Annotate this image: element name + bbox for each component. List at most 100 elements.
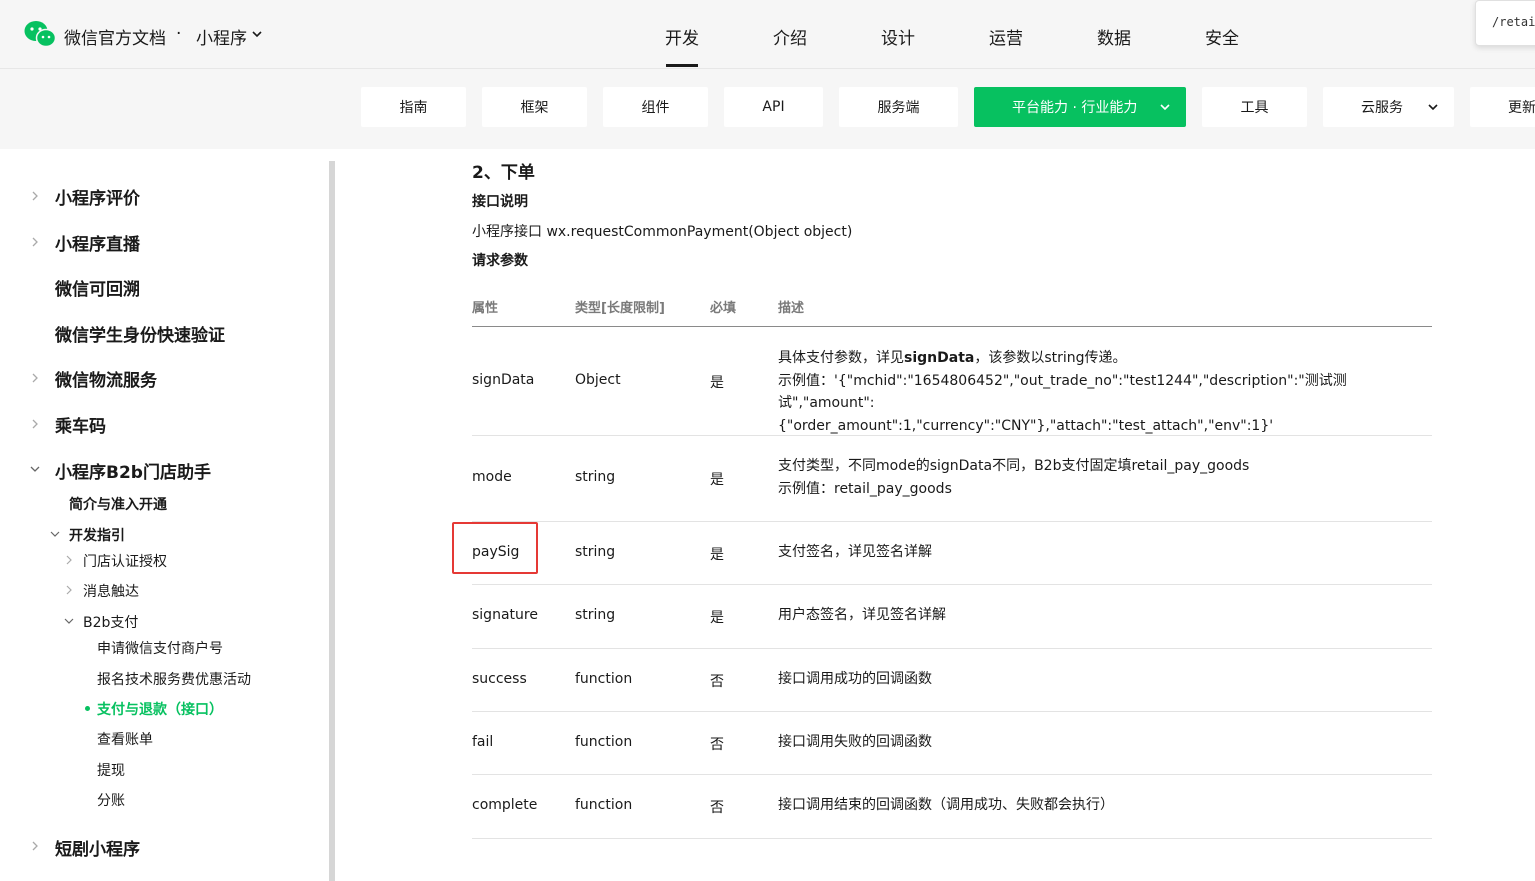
- subnav-platform-label: 平台能力 · 行业能力: [1012, 100, 1138, 116]
- row-divider: [472, 648, 1432, 649]
- chevron-right-icon[interactable]: [29, 190, 41, 202]
- sidebar-item-bills[interactable]: 查看账单: [97, 729, 153, 749]
- chevron-right-icon[interactable]: [29, 840, 41, 852]
- main-nav: 开发 介绍 设计 运营 数据 安全: [0, 0, 1535, 68]
- param-desc: 用户态签名，详见签名详解: [778, 607, 946, 623]
- param-name: signature: [472, 607, 538, 623]
- param-desc: 接口调用结束的回调函数（调用成功、失败都会执行）: [778, 797, 1114, 813]
- subnav-tools[interactable]: 工具: [1202, 87, 1307, 127]
- desc-text: 支付类型，不同mode的signData不同，B2b支付固定填retail_pa…: [778, 458, 1250, 474]
- subnav-components[interactable]: 组件: [603, 87, 708, 127]
- chevron-down-icon[interactable]: [64, 616, 74, 626]
- chevron-right-icon[interactable]: [64, 585, 74, 595]
- subnav-guide[interactable]: 指南: [361, 87, 466, 127]
- table-header-desc: 描述: [778, 301, 805, 316]
- sidebar-item-intro[interactable]: 简介与准入开通: [69, 494, 167, 514]
- row-divider: [472, 838, 1432, 839]
- active-nav-indicator: [666, 64, 698, 67]
- row-divider: [472, 774, 1432, 775]
- signdata-link[interactable]: signData: [904, 350, 974, 366]
- chevron-down-icon[interactable]: [50, 529, 60, 539]
- sidebar-item-profit-share[interactable]: 分账: [97, 790, 125, 810]
- param-name: fail: [472, 734, 494, 750]
- interface-label: 接口说明: [472, 194, 528, 210]
- sidebar-item-store-auth[interactable]: 门店认证授权: [83, 551, 167, 571]
- param-required: 是: [710, 375, 724, 391]
- sidebar-item-messages[interactable]: 消息触达: [83, 581, 139, 601]
- sidebar-item-evaluation[interactable]: 小程序评价: [55, 184, 140, 209]
- url-popup[interactable]: /retail/B: [1475, 0, 1535, 46]
- param-type: function: [575, 671, 633, 687]
- sidebar-item-pay-refund[interactable]: 支付与退款（接口）: [97, 699, 223, 719]
- param-name: mode: [472, 469, 512, 485]
- param-name: success: [472, 671, 527, 687]
- chevron-right-icon[interactable]: [64, 555, 74, 565]
- sidebar-item-student-verify[interactable]: 微信学生身份快速验证: [55, 321, 225, 346]
- row-divider: [472, 521, 1432, 522]
- sidebar-item-bus-code[interactable]: 乘车码: [55, 412, 106, 437]
- sidebar-scrollbar[interactable]: [329, 161, 335, 881]
- param-required: 否: [710, 674, 724, 690]
- chevron-right-icon[interactable]: [29, 372, 41, 384]
- sidebar-item-live[interactable]: 小程序直播: [55, 230, 140, 255]
- param-type: function: [575, 797, 633, 813]
- param-type: string: [575, 469, 616, 485]
- param-desc: 支付签名，详见签名详解: [778, 544, 932, 560]
- sidebar-item-b2b-pay[interactable]: B2b支付: [83, 612, 138, 632]
- nav-operation[interactable]: 运营: [989, 24, 1023, 49]
- highlight-annotation-box: [452, 522, 538, 574]
- params-label: 请求参数: [472, 253, 528, 269]
- chevron-down-icon: [1428, 104, 1438, 111]
- param-required: 是: [710, 547, 724, 563]
- sidebar-item-b2b-assistant[interactable]: 小程序B2b门店助手: [55, 458, 211, 483]
- subnav-server[interactable]: 服务端: [839, 87, 958, 127]
- nav-data[interactable]: 数据: [1097, 24, 1131, 49]
- param-required: 否: [710, 737, 724, 753]
- sidebar-item-traceback[interactable]: 微信可回溯: [55, 275, 140, 300]
- sidebar: [0, 149, 336, 881]
- sidebar-item-fee-promo[interactable]: 报名技术服务费优惠活动: [97, 669, 251, 689]
- api-signature: 小程序接口 wx.requestCommonPayment(Object obj…: [472, 224, 853, 240]
- sidebar-item-dev-guide[interactable]: 开发指引: [69, 525, 125, 545]
- chevron-down-icon[interactable]: [29, 463, 41, 475]
- sidebar-item-short-drama[interactable]: 短剧小程序: [55, 835, 140, 860]
- table-header-type: 类型[长度限制]: [575, 301, 665, 316]
- active-item-dot: [85, 706, 90, 711]
- param-name: signData: [472, 372, 535, 388]
- nav-intro[interactable]: 介绍: [773, 24, 807, 49]
- param-desc: 支付类型，不同mode的signData不同，B2b支付固定填retail_pa…: [778, 455, 1418, 500]
- param-required: 是: [710, 472, 724, 488]
- top-header: 微信官方文档 · 小程序 开发 介绍 设计 运营 数据 安全 /retail/B: [0, 0, 1535, 69]
- sub-nav: 指南 框架 组件 API 服务端 平台能力 · 行业能力 工具 云服务 更新: [0, 69, 1535, 149]
- nav-dev[interactable]: 开发: [665, 24, 699, 49]
- row-divider: [472, 584, 1432, 585]
- param-required: 否: [710, 800, 724, 816]
- nav-design[interactable]: 设计: [881, 24, 915, 49]
- sidebar-item-apply-merchant[interactable]: 申请微信支付商户号: [97, 638, 223, 658]
- param-type: function: [575, 734, 633, 750]
- param-type: string: [575, 607, 616, 623]
- nav-security[interactable]: 安全: [1205, 24, 1239, 49]
- row-divider: [472, 435, 1432, 436]
- subnav-cloud[interactable]: 云服务: [1323, 87, 1454, 127]
- subnav-api[interactable]: API: [724, 87, 823, 127]
- subnav-cloud-label: 云服务: [1361, 100, 1403, 116]
- param-name: complete: [472, 797, 538, 813]
- subnav-platform-industry[interactable]: 平台能力 · 行业能力: [974, 87, 1186, 127]
- param-type: string: [575, 544, 616, 560]
- subnav-updates[interactable]: 更新: [1470, 87, 1535, 127]
- subnav-framework[interactable]: 框架: [482, 87, 587, 127]
- param-required: 是: [710, 610, 724, 626]
- desc-text: 具体支付参数，详见: [778, 350, 904, 366]
- param-desc: 具体支付参数，详见signData，该参数以string传递。 示例值：'{"m…: [778, 347, 1418, 437]
- desc-example: 示例值：retail_pay_goods: [778, 480, 952, 497]
- chevron-right-icon[interactable]: [29, 236, 41, 248]
- chevron-right-icon[interactable]: [29, 418, 41, 430]
- param-desc: 接口调用成功的回调函数: [778, 671, 932, 687]
- sidebar-item-withdraw[interactable]: 提现: [97, 760, 125, 780]
- table-header-divider: [472, 326, 1432, 327]
- sidebar-item-logistics[interactable]: 微信物流服务: [55, 366, 157, 391]
- table-header-prop: 属性: [472, 301, 499, 316]
- table-header-required: 必填: [710, 301, 737, 316]
- desc-text: ，该参数以string传递。: [974, 350, 1127, 366]
